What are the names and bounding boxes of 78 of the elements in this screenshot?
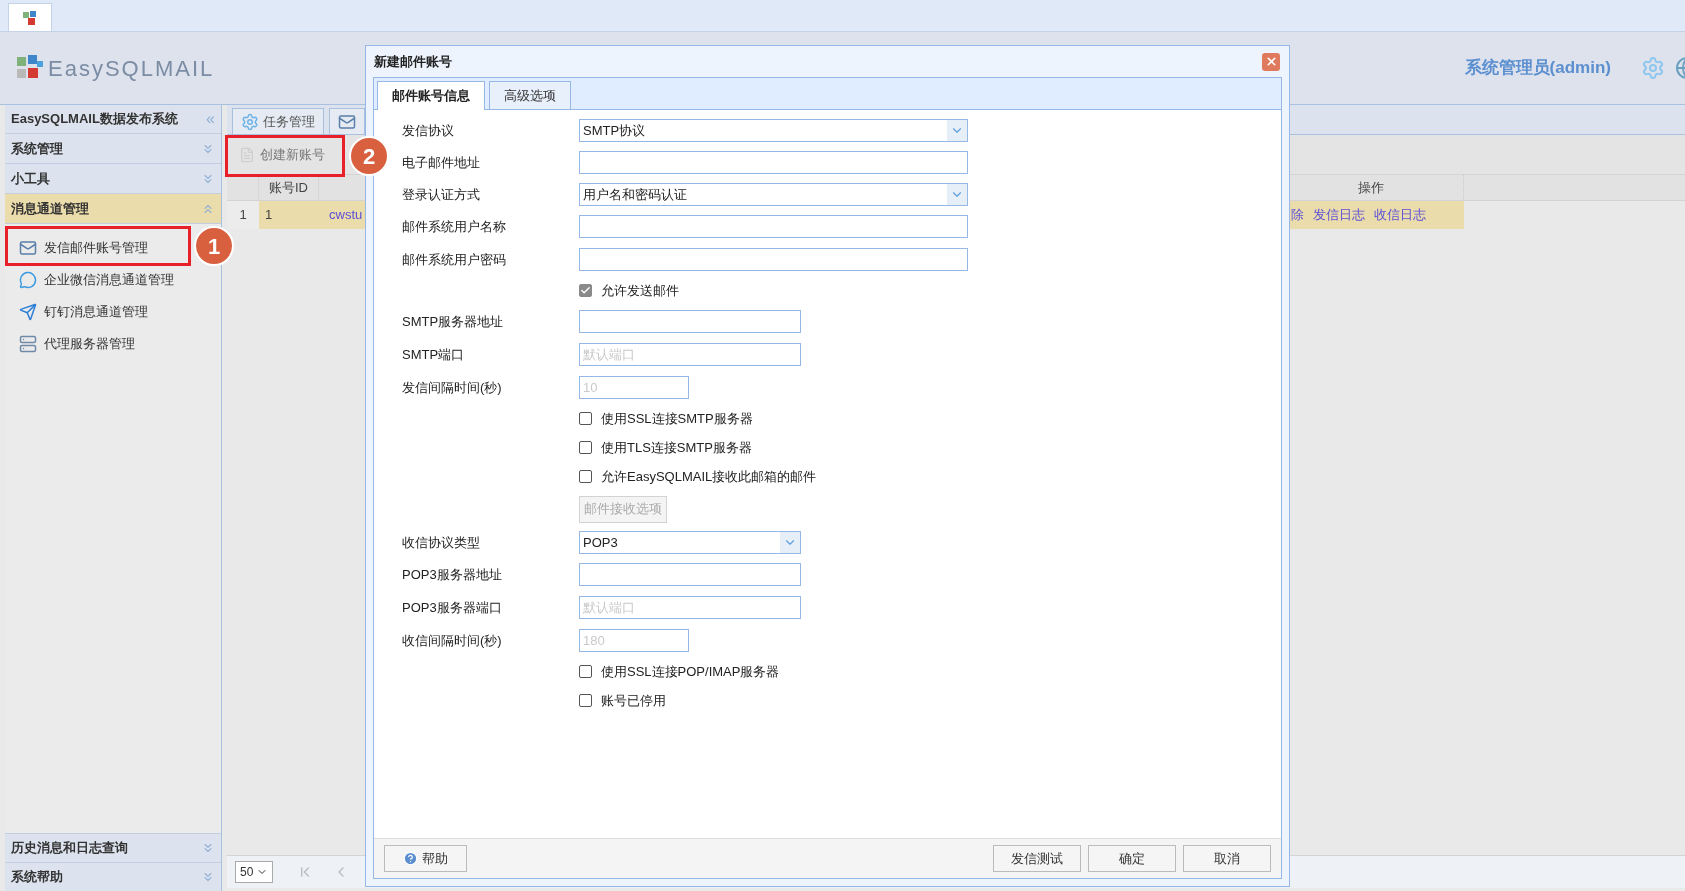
dropdown[interactable]: SMTP协议: [579, 119, 968, 142]
field-label: 发信协议: [402, 121, 455, 140]
sidebar-item[interactable]: 发信邮件账号管理: [19, 232, 148, 264]
sidebar-section[interactable]: 消息通道管理: [5, 194, 221, 224]
dialog-button[interactable]: 取消: [1183, 845, 1271, 872]
column-header: 账号ID: [259, 175, 319, 200]
field-label: POP3服务器端口: [402, 598, 503, 617]
dialog-button[interactable]: 确定: [1088, 845, 1176, 872]
sidebar-section[interactable]: 系统管理: [5, 134, 221, 164]
checkbox-label: 使用SSL连接SMTP服务器: [601, 409, 753, 428]
input-field[interactable]: [579, 248, 968, 271]
settings-icon[interactable]: [1641, 56, 1665, 80]
server-icon: [19, 335, 37, 353]
chat-bubble-icon: [19, 271, 37, 289]
field-label: POP3服务器地址: [402, 565, 503, 584]
expand-icon[interactable]: [201, 870, 215, 884]
input-field[interactable]: [579, 310, 801, 333]
field-label: 电子邮件地址: [402, 153, 481, 172]
sidebar-item[interactable]: 钉钉消息通道管理: [19, 296, 148, 328]
dialog-tab[interactable]: 邮件账号信息: [377, 81, 485, 110]
checkbox-label: 允许发送邮件: [601, 281, 679, 300]
checkbox-label: 账号已停用: [601, 691, 666, 710]
main-tab[interactable]: [329, 108, 365, 134]
checkbox[interactable]: [579, 412, 592, 425]
dropdown[interactable]: 用户名和密码认证: [579, 183, 968, 206]
field-label: 邮件系统用户密码: [402, 250, 507, 269]
checkbox[interactable]: [579, 441, 592, 454]
dialog-button[interactable]: 发信测试: [993, 845, 1081, 872]
close-icon: [1264, 55, 1278, 68]
paper-plane-icon: [19, 303, 37, 321]
dropdown-caret-icon: [780, 532, 800, 553]
dropdown-caret-icon: [947, 120, 967, 141]
input-field[interactable]: [579, 563, 801, 586]
mail-icon: [338, 112, 356, 131]
sidebar-title: EasySQLMAIL数据发布系统: [11, 110, 178, 129]
create-account-button[interactable]: 创建新账号: [229, 138, 335, 171]
sidebar-section[interactable]: 小工具: [5, 164, 221, 194]
page-size-select[interactable]: 50: [235, 861, 274, 883]
user-name: 系统管理员(admin): [1464, 57, 1611, 80]
field-label: 邮件系统用户名称: [402, 217, 507, 236]
checkbox[interactable]: [579, 665, 592, 678]
checkbox[interactable]: [579, 694, 592, 707]
dialog-tab[interactable]: 高级选项: [489, 81, 571, 109]
action-link[interactable]: 发信日志: [1313, 205, 1365, 225]
field-label: SMTP服务器地址: [402, 312, 505, 331]
sidebar-item[interactable]: 代理服务器管理: [19, 328, 135, 360]
expand-icon[interactable]: [201, 841, 215, 855]
app-icon: [22, 9, 38, 26]
mail-icon: [19, 239, 37, 257]
gear-icon: [241, 112, 259, 131]
close-button[interactable]: [1262, 52, 1280, 71]
action-link[interactable]: 除: [1291, 205, 1304, 225]
checkbox[interactable]: [579, 284, 592, 297]
input-field[interactable]: [579, 151, 968, 174]
table-cell: 1: [259, 201, 319, 229]
help-button[interactable]: 帮助: [384, 845, 467, 872]
field-label: 收信协议类型: [402, 533, 481, 552]
logo-text: EasySQLMAIL: [48, 54, 215, 83]
check-icon: [580, 285, 591, 296]
field-label: 收信间隔时间(秒): [402, 631, 503, 650]
field-label: SMTP端口: [402, 345, 466, 364]
field-label: 登录认证方式: [402, 185, 481, 204]
input-field[interactable]: [579, 215, 968, 238]
checkbox-label: 使用TLS连接SMTP服务器: [601, 438, 752, 457]
browser-tab[interactable]: [8, 3, 52, 31]
dropdown[interactable]: POP3: [579, 531, 801, 554]
checkbox-label: 允许EasySQLMAIL接收此邮箱的邮件: [601, 467, 817, 486]
field-label: 发信间隔时间(秒): [402, 378, 503, 397]
dialog-title: 新建邮件账号: [374, 52, 452, 71]
action-link[interactable]: 收信日志: [1374, 205, 1426, 225]
sidebar-section[interactable]: 历史消息和日志查询: [5, 833, 221, 862]
dropdown-caret-icon: [947, 184, 967, 205]
checkbox[interactable]: [579, 470, 592, 483]
sidebar-item[interactable]: 企业微信消息通道管理: [19, 264, 174, 296]
main-tab[interactable]: 任务管理: [232, 108, 324, 134]
help-icon: [403, 851, 418, 866]
sidebar-section[interactable]: 系统帮助: [5, 862, 221, 891]
checkbox-label: 使用SSL连接POP/IMAP服务器: [601, 662, 780, 681]
